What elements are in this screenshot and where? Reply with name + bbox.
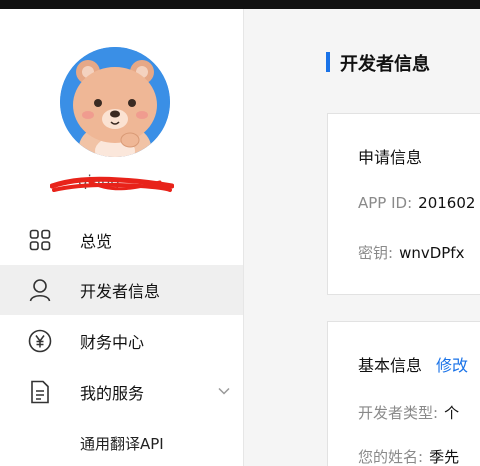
app-id-value: 201602 <box>418 194 476 212</box>
basic-info-title-text: 基本信息 <box>358 356 423 375</box>
avatar[interactable] <box>60 47 170 157</box>
name-value: 季先 <box>429 448 460 466</box>
name-row: 您的姓名: 季先 <box>358 446 459 466</box>
main-content: 开发者信息 申请信息 APP ID: 201602 密钥: wnvDPfx 基本信息… <box>245 9 480 466</box>
document-icon <box>28 380 52 404</box>
sidebar-item-finance[interactable]: 财务中心 <box>0 316 243 366</box>
apply-info-title: 申请信息 <box>358 148 423 167</box>
page-title-accent <box>326 52 330 72</box>
edit-link[interactable]: 修改 <box>436 356 468 375</box>
sidebar-item-overview[interactable]: 总览 <box>0 215 243 265</box>
apply-info-card: 申请信息 APP ID: 201602 密钥: wnvDPfx <box>327 113 480 295</box>
sidebar-item-label: 总览 <box>80 232 113 251</box>
name-label: 您的姓名: <box>358 448 424 466</box>
chevron-down-icon[interactable] <box>218 387 230 395</box>
dev-type-row: 开发者类型: 个 <box>358 402 459 423</box>
sidebar-subitem-label: 通用翻译API <box>80 435 164 453</box>
basic-info-title: 基本信息 修改 <box>358 352 468 376</box>
top-bar <box>0 0 480 9</box>
sidebar-item-developer-info[interactable]: 开发者信息 <box>0 265 243 315</box>
sidebar: qiang 总览 开发者信息 财务中心 我的服务 通用翻译API <box>0 9 244 466</box>
yen-icon <box>28 329 52 353</box>
grid-icon <box>28 228 52 252</box>
dev-type-label: 开发者类型: <box>358 404 439 422</box>
bear-avatar-icon <box>60 47 170 157</box>
sidebar-item-my-services[interactable]: 我的服务 <box>0 367 243 417</box>
sidebar-subitem-general-translate-api[interactable]: 通用翻译API <box>0 421 243 465</box>
sidebar-item-label: 开发者信息 <box>80 282 161 301</box>
sidebar-item-label: 我的服务 <box>80 384 145 403</box>
redaction-scribble <box>50 176 174 192</box>
page-title: 开发者信息 <box>340 54 430 75</box>
basic-info-card: 基本信息 修改 开发者类型: 个 您的姓名: 季先 <box>327 321 480 466</box>
app-id-row: APP ID: 201602 <box>358 194 475 212</box>
app-id-label: APP ID: <box>358 194 413 212</box>
secret-label: 密钥: <box>358 244 394 262</box>
sidebar-item-label: 财务中心 <box>80 333 145 352</box>
secret-row: 密钥: wnvDPfx <box>358 242 464 263</box>
dev-type-value: 个 <box>444 404 460 422</box>
secret-value: wnvDPfx <box>399 244 465 262</box>
user-icon <box>28 278 52 302</box>
